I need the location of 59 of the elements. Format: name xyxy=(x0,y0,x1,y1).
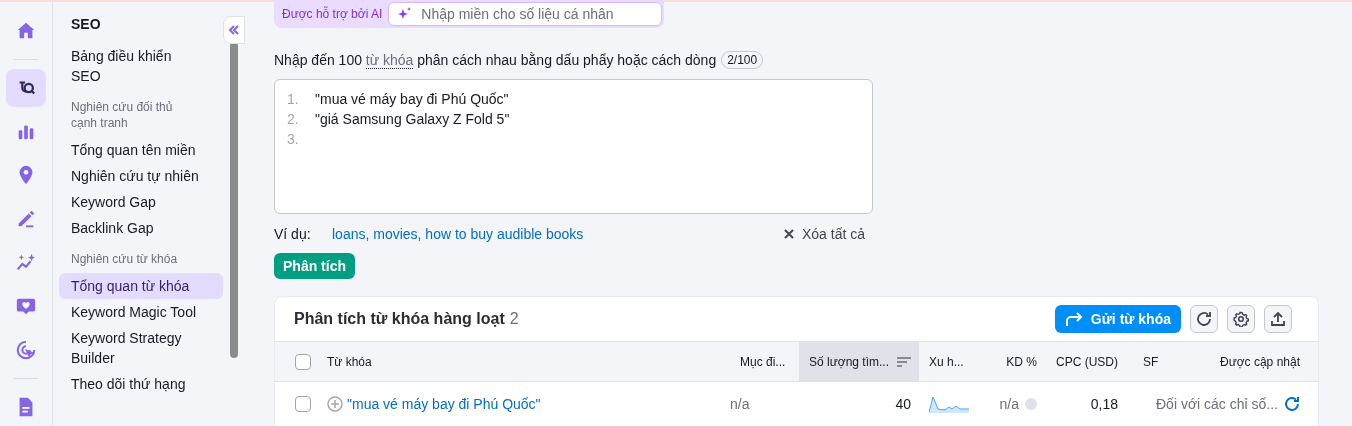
scrollbar[interactable] xyxy=(230,42,238,358)
cursor-target-icon xyxy=(15,338,37,361)
refresh-button[interactable] xyxy=(1190,305,1218,333)
sort-icon xyxy=(897,356,911,367)
column-header[interactable]: Xu h... xyxy=(919,342,979,381)
example-link[interactable]: loans, movies, how to buy audible books xyxy=(332,223,584,245)
double-chevron-icon xyxy=(228,24,240,36)
table-cell-text: 40 xyxy=(894,394,912,414)
sidebar-item[interactable]: Keyword Gap xyxy=(59,189,223,215)
line-number: 1. xyxy=(287,89,300,109)
sidebar-title: SEO xyxy=(70,15,102,34)
sidebar-item[interactable]: Nghiên cứu tự nhiên xyxy=(59,163,223,189)
keyword-line: "mua vé máy bay đi Phú Quốc" xyxy=(315,89,509,109)
domain-input-field[interactable]: Nhập miền cho số liệu cá nhân xyxy=(388,2,662,26)
example-label: Ví dụ: xyxy=(274,224,312,244)
upload-icon xyxy=(1270,311,1286,327)
sidebar-item[interactable]: Theo dõi thứ hạng xyxy=(59,371,223,397)
trend-sparkline xyxy=(929,395,969,413)
ai-label: Được hỗ trợ bởi AI xyxy=(282,5,383,23)
column-header[interactable]: Mục đi... xyxy=(730,342,799,381)
clear-all-button[interactable]: Xóa tất cả xyxy=(783,223,873,245)
column-header[interactable]: Từ khóa xyxy=(327,342,730,381)
column-header[interactable]: CPC (USD) xyxy=(1037,342,1118,381)
export-button[interactable] xyxy=(1264,305,1292,333)
forward-arrow-icon xyxy=(1064,311,1083,327)
column-header[interactable]: Được cập nhật xyxy=(1201,342,1319,381)
close-icon xyxy=(783,229,794,239)
section-heading: Nghiên cứu từ khóa xyxy=(70,251,179,267)
table-cell-text: 0,18 xyxy=(1089,394,1118,414)
line-number: 2. xyxy=(287,109,300,129)
settings-button[interactable] xyxy=(1227,305,1255,333)
nav-button[interactable] xyxy=(6,69,46,108)
sidebar-item[interactable]: Keyword Strategy Builder xyxy=(59,325,223,371)
keyword-line: "giá Samsung Galaxy Z Fold 5" xyxy=(315,109,510,129)
table-cell-text: n/a xyxy=(730,394,751,414)
keyword-link[interactable]: "mua vé máy bay đi Phú Quốc" xyxy=(347,393,541,415)
instruction-text: Nhập đến 100 từ khóa phân cách nhau bằng dấu phẩy hoặc cách dòng xyxy=(274,50,717,71)
checkbox[interactable] xyxy=(295,353,311,370)
sidebar-item[interactable]: Tổng quan từ khóa xyxy=(59,273,223,299)
checkbox[interactable] xyxy=(295,396,311,412)
keyword-count: 2 xyxy=(509,309,519,329)
sidebar-item[interactable]: Backlink Gap xyxy=(59,215,223,241)
sidebar-item[interactable]: Tổng quan tên miền xyxy=(59,137,223,163)
table-cell-text: Đối với các chỉ số... xyxy=(1156,394,1278,414)
column-header[interactable]: SF xyxy=(1118,342,1201,381)
add-icon[interactable] xyxy=(327,396,343,412)
column-header[interactable]: KD % xyxy=(979,342,1037,381)
refresh-icon xyxy=(1196,311,1212,327)
line-number: 3. xyxy=(287,129,300,149)
column-header[interactable]: Số lượng tìm... xyxy=(799,342,919,381)
collapse-button[interactable] xyxy=(223,16,245,44)
table-cell-text: n/a xyxy=(999,394,1019,414)
sidebar-item[interactable]: Keyword Magic Tool xyxy=(59,299,223,325)
keyword-input-field[interactable]: 1. "mua vé máy bay đi Phú Quốc" 2. "giá Samsung Galaxy Z Fold 5" 3. xyxy=(274,79,873,214)
section-heading: Nghiên cứu đối thủ cạnh tranh xyxy=(70,99,174,131)
settings-icon xyxy=(1233,311,1249,327)
table-title: Phân tích từ khóa hàng loạt xyxy=(294,309,505,329)
refresh-icon[interactable] xyxy=(1284,396,1300,412)
sidebar-item[interactable]: Bảng điều khiển SEO xyxy=(59,43,223,89)
